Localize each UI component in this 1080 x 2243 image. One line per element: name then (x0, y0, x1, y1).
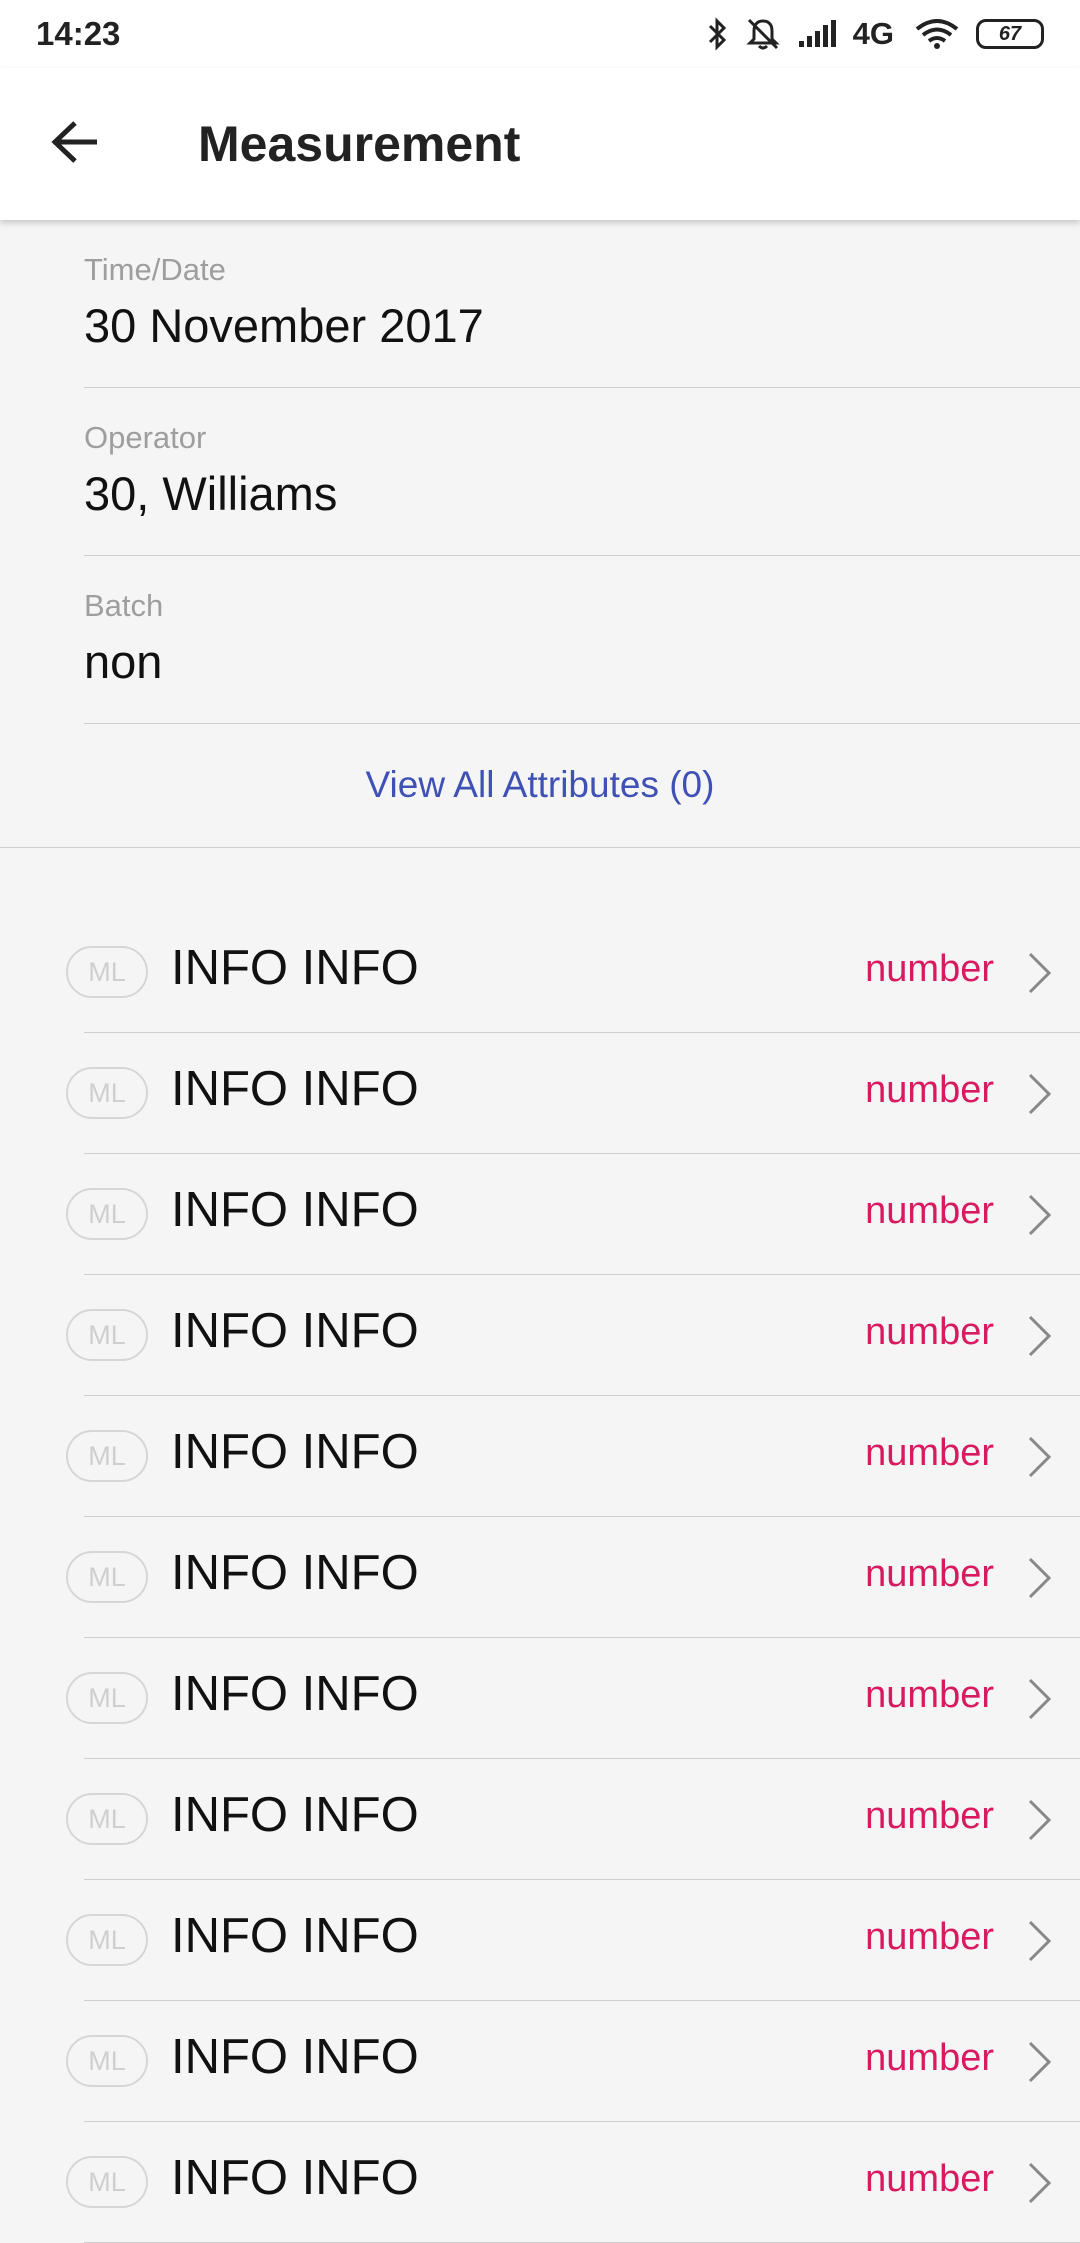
list-item-label: INFO INFO (171, 2030, 419, 2084)
chevron-right-icon (1024, 1555, 1054, 1601)
app-bar: Measurement (0, 68, 1080, 220)
chevron-right-icon (1024, 1918, 1054, 1964)
ml-badge: ML (66, 1793, 148, 1845)
list-item-label: INFO INFO (171, 1062, 419, 1116)
status-time: 14:23 (36, 15, 121, 52)
list-item[interactable]: ML INFO INFO number (0, 2122, 1080, 2243)
chevron-right-icon (1024, 950, 1054, 996)
field-value: 30 November 2017 (84, 299, 484, 352)
list-item-value: number (865, 1432, 994, 1474)
list-item-value: number (865, 1311, 994, 1353)
field-time-date: Time/Date 30 November 2017 (84, 220, 1080, 388)
list-item-value: number (865, 1916, 994, 1958)
list-item[interactable]: ML INFO INFO number (0, 1033, 1080, 1154)
back-button[interactable] (36, 104, 116, 184)
ml-badge: ML (66, 1309, 148, 1361)
field-value: 30, Williams (84, 467, 338, 520)
chevron-right-icon (1024, 1676, 1054, 1722)
field-label: Time/Date (84, 252, 226, 287)
status-icons: 4G 67 (707, 16, 1044, 52)
field-label: Operator (84, 420, 207, 455)
field-batch: Batch non (84, 556, 1080, 724)
list-item-label: INFO INFO (171, 1909, 419, 1963)
list-item[interactable]: ML INFO INFO number (0, 1275, 1080, 1396)
list-item[interactable]: ML INFO INFO number (0, 1154, 1080, 1275)
list-item-label: INFO INFO (171, 1788, 419, 1842)
list-item-label: INFO INFO (171, 941, 419, 995)
chevron-right-icon (1024, 1313, 1054, 1359)
list-item-label: INFO INFO (171, 1304, 419, 1358)
ml-badge: ML (66, 946, 148, 998)
list-item[interactable]: ML INFO INFO number (0, 1638, 1080, 1759)
chevron-right-icon (1024, 1434, 1054, 1480)
list-item[interactable]: ML INFO INFO number (0, 1880, 1080, 2001)
battery-icon: 67 (976, 19, 1044, 49)
list-item[interactable]: ML INFO INFO number (0, 1396, 1080, 1517)
measurement-fields: Time/Date 30 November 2017 Operator 30, … (0, 220, 1080, 724)
chevron-right-icon (1024, 2039, 1054, 2085)
list-item-value: number (865, 1795, 994, 1837)
list-item[interactable]: ML INFO INFO number (0, 2001, 1080, 2122)
list-item-value: number (865, 1553, 994, 1595)
chevron-right-icon (1024, 1071, 1054, 1117)
signal-icon (797, 19, 837, 49)
wifi-icon (914, 18, 960, 50)
list-item-value: number (865, 2037, 994, 2079)
field-operator: Operator 30, Williams (84, 388, 1080, 556)
bluetooth-icon (707, 17, 729, 51)
list-item[interactable]: ML INFO INFO number (0, 912, 1080, 1033)
list-item-value: number (865, 948, 994, 990)
list-item[interactable]: ML INFO INFO number (0, 1759, 1080, 1880)
chevron-right-icon (1024, 2160, 1054, 2206)
ml-badge: ML (66, 1914, 148, 1966)
status-bar: 14:23 4G 67 (0, 0, 1080, 68)
list-item-value: number (865, 1674, 994, 1716)
arrow-left-icon (51, 120, 101, 169)
list-item-label: INFO INFO (171, 2151, 419, 2205)
field-value: non (84, 635, 163, 688)
ml-badge: ML (66, 1551, 148, 1603)
measurement-list: ML INFO INFO number ML INFO INFO number ML INFO… (0, 912, 1080, 2243)
page-title: Measurement (198, 116, 521, 172)
muted-bell-icon (745, 17, 781, 51)
ml-badge: ML (66, 1672, 148, 1724)
ml-badge: ML (66, 2035, 148, 2087)
view-all-attributes-link[interactable]: View All Attributes (0) (0, 722, 1080, 848)
list-item-value: number (865, 1190, 994, 1232)
list-item-label: INFO INFO (171, 1546, 419, 1600)
list-item-label: INFO INFO (171, 1183, 419, 1237)
ml-badge: ML (66, 1430, 148, 1482)
list-item-label: INFO INFO (171, 1425, 419, 1479)
chevron-right-icon (1024, 1797, 1054, 1843)
list-item[interactable]: ML INFO INFO number (0, 1517, 1080, 1638)
list-item-label: INFO INFO (171, 1667, 419, 1721)
list-item-value: number (865, 2158, 994, 2200)
network-type: 4G (852, 16, 894, 51)
list-item-value: number (865, 1069, 994, 1111)
ml-badge: ML (66, 2156, 148, 2208)
ml-badge: ML (66, 1067, 148, 1119)
ml-badge: ML (66, 1188, 148, 1240)
field-label: Batch (84, 588, 164, 623)
chevron-right-icon (1024, 1192, 1054, 1238)
